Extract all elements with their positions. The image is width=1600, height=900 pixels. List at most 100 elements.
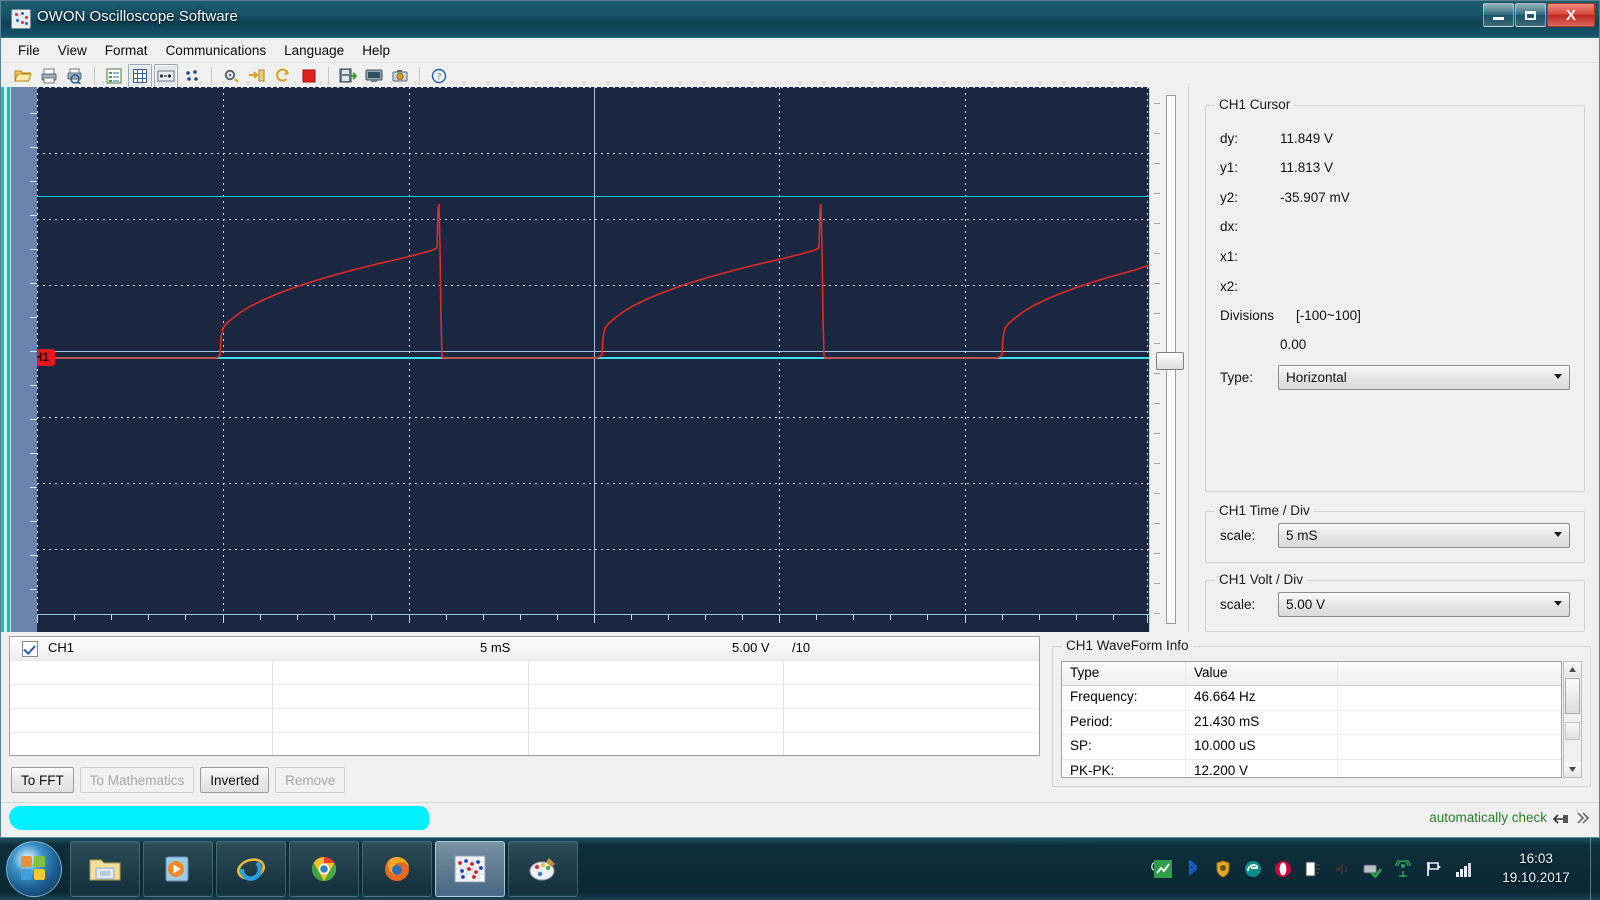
taskbar-media-player[interactable] (143, 841, 213, 897)
close-button[interactable]: X (1547, 3, 1595, 27)
ch1-volt-per-div: 5.00 V (732, 640, 770, 655)
clock-date: 19.10.2017 (1502, 870, 1570, 885)
graph-tray-icon[interactable] (1153, 860, 1172, 879)
open-folder-icon[interactable] (11, 64, 35, 88)
auto-check-status[interactable]: automatically check (1429, 810, 1589, 825)
menu-language[interactable]: Language (275, 40, 353, 61)
time-div-select[interactable]: 5 mS (1278, 523, 1570, 548)
vertical-position-slider[interactable] (1149, 87, 1188, 632)
print-icon[interactable] (37, 64, 61, 88)
redaction-highlight (9, 806, 429, 830)
divisions-value[interactable]: 0.00 (1280, 337, 1306, 352)
scroll-up-arrow[interactable] (1564, 662, 1581, 677)
inverted-button[interactable]: Inverted (200, 767, 270, 793)
volt-div-select[interactable]: 5.00 V (1278, 592, 1570, 617)
table-row[interactable] (10, 709, 1039, 733)
desktop: OWON Oscilloscope Software X File View F… (0, 0, 1600, 900)
table-row[interactable]: Period: 21.430 mS (1062, 710, 1561, 736)
table-row[interactable] (10, 733, 1039, 757)
vertical-ruler (11, 87, 38, 632)
table-row[interactable]: CH1 5 mS 5.00 V /10 (10, 637, 1039, 661)
print-preview-icon[interactable] (63, 64, 87, 88)
cursor-dy-value: 11.849 V (1280, 131, 1334, 146)
content-area: CH1 (1, 87, 1599, 801)
scroll-down-arrow[interactable] (1564, 762, 1581, 777)
header-extra (1338, 662, 1561, 685)
menu-format[interactable]: Format (96, 40, 157, 61)
channel-marker-ch1[interactable]: CH1 (37, 349, 55, 366)
help-icon[interactable]: ? (427, 64, 451, 88)
title-bar-glass (1, 1, 1599, 37)
minimize-button[interactable] (1483, 3, 1514, 27)
menu-communications[interactable]: Communications (157, 40, 276, 61)
table-row[interactable]: Frequency: 46.664 Hz (1062, 686, 1561, 711)
list-view-icon[interactable] (102, 64, 126, 88)
divisions-label: Divisions (1220, 308, 1275, 323)
wireless-icon[interactable] (1393, 860, 1412, 879)
shield-icon[interactable] (1213, 860, 1232, 879)
device-icon[interactable] (1303, 860, 1322, 879)
start-button[interactable] (6, 841, 62, 897)
scroll-grip[interactable] (1565, 722, 1580, 740)
import-icon[interactable] (245, 64, 269, 88)
refresh-icon[interactable] (271, 64, 295, 88)
taskbar-chrome[interactable] (289, 841, 359, 897)
taskbar-paint[interactable] (508, 841, 578, 897)
menu-help[interactable]: Help (353, 40, 399, 61)
taskbar-explorer[interactable] (70, 841, 140, 897)
maximize-button[interactable] (1515, 3, 1546, 27)
to-fft-button[interactable]: To FFT (11, 767, 74, 793)
taskbar-owon[interactable] (435, 841, 505, 897)
taskbar-buttons (70, 841, 578, 897)
waveform-info-scrollbar[interactable] (1563, 661, 1582, 778)
table-row[interactable] (10, 685, 1039, 709)
scatter-view-icon[interactable] (180, 64, 204, 88)
stop-icon[interactable] (297, 64, 321, 88)
edge-icon[interactable] (1243, 860, 1262, 879)
to-mathematics-button: To Mathematics (79, 767, 195, 793)
row-value: 21.430 mS (1186, 710, 1338, 735)
table-row[interactable]: PK-PK: 12.200 V (1062, 759, 1561, 777)
channel-actions: To FFT To Mathematics Inverted Remove (11, 767, 346, 793)
table-row[interactable] (10, 661, 1039, 685)
flag-icon[interactable] (1423, 860, 1442, 879)
system-clock[interactable]: 16:03 19.10.2017 (1480, 849, 1592, 887)
volume-icon[interactable] (1333, 860, 1352, 879)
capture-icon[interactable] (388, 64, 412, 88)
table-row[interactable]: SP: 10.000 uS (1062, 735, 1561, 760)
menu-view[interactable]: View (49, 40, 96, 61)
table-header-row: Type Value (1062, 662, 1561, 687)
grid-view-icon[interactable] (128, 64, 152, 88)
row-type: Period: (1062, 710, 1186, 735)
save-icon[interactable] (336, 64, 360, 88)
row-value: 12.200 V (1186, 759, 1338, 777)
ch1-time-div-title: CH1 Time / Div (1215, 503, 1314, 518)
network-ok-icon[interactable] (1363, 860, 1382, 879)
taskbar-firefox[interactable] (362, 841, 432, 897)
waveform-view-icon[interactable] (154, 64, 178, 88)
ch1-probe: /10 (792, 640, 811, 655)
cursor-type-select[interactable]: Horizontal (1278, 365, 1570, 390)
slider-thumb[interactable] (1156, 352, 1184, 370)
show-desktop-button[interactable] (1590, 838, 1600, 900)
display-monitor-icon[interactable] (362, 64, 386, 88)
waveform-display[interactable]: CH1 (1, 87, 1188, 633)
signal-bars-icon[interactable] (1453, 860, 1472, 879)
ch1-checkbox[interactable] (22, 641, 38, 657)
opera-icon[interactable] (1273, 860, 1292, 879)
taskbar-internet-explorer[interactable] (216, 841, 286, 897)
waveform-info-table[interactable]: Type Value Frequency: 46.664 Hz Period: (1061, 661, 1562, 778)
cursor-x2-label: x2: (1220, 279, 1239, 294)
bluetooth-icon[interactable] (1183, 860, 1202, 879)
scroll-thumb[interactable] (1565, 678, 1580, 714)
horizontal-ruler (37, 614, 1150, 633)
row-type: SP: (1062, 735, 1186, 759)
channel-table[interactable]: CH1 5 mS 5.00 V /10 (9, 636, 1040, 757)
volt-div-scale-label: scale: (1220, 597, 1256, 612)
settings-gear-icon[interactable] (219, 64, 243, 88)
chevron-down-icon (1554, 532, 1562, 537)
menu-file[interactable]: File (9, 40, 49, 61)
plot-canvas[interactable]: CH1 (37, 87, 1150, 614)
row-extra (1338, 735, 1561, 758)
ch1-time-div-group: CH1 Time / Div scale: 5 mS (1205, 503, 1585, 563)
